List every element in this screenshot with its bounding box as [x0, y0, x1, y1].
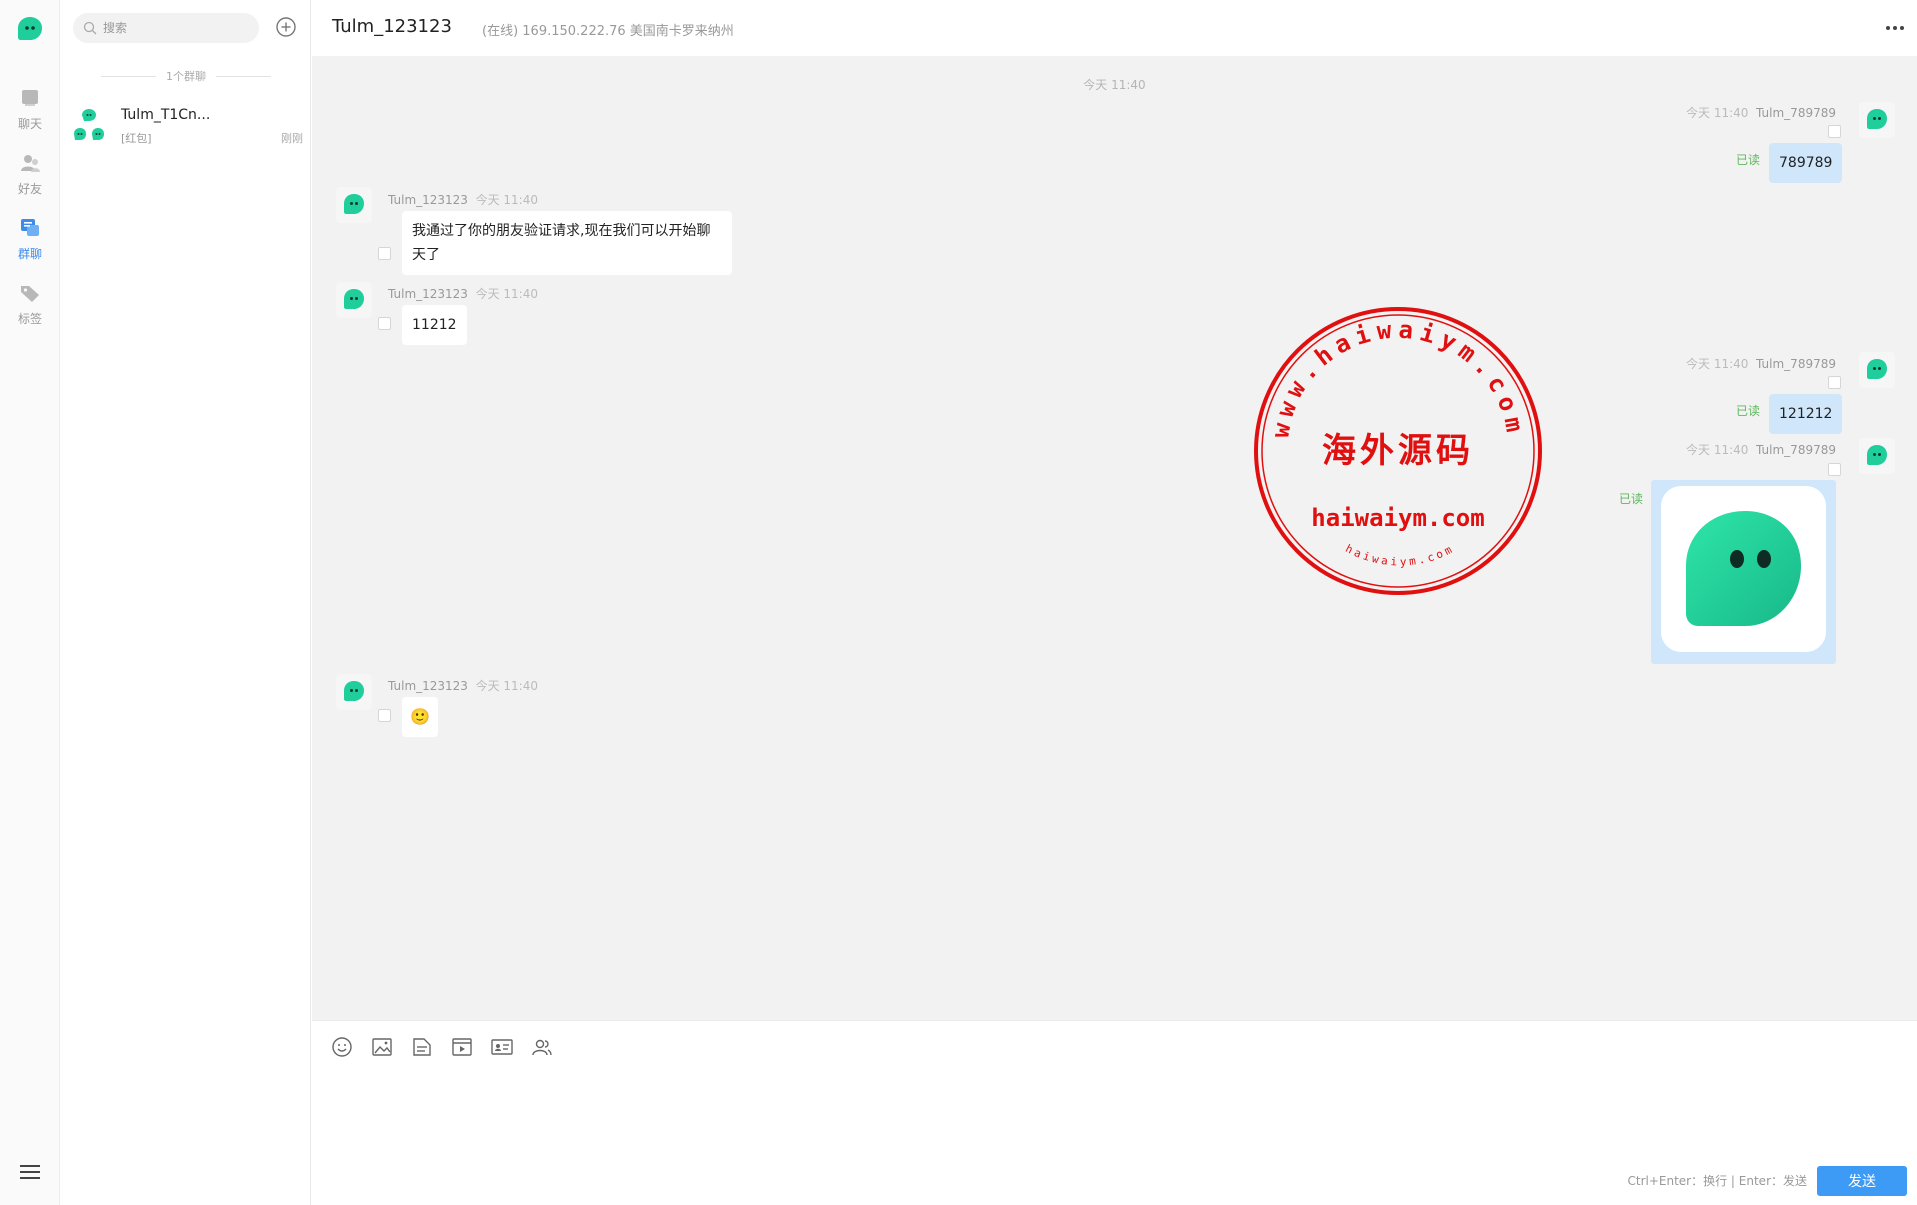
- message-sender: Tulm_789789: [1756, 357, 1836, 371]
- avatar[interactable]: [336, 674, 372, 710]
- menu-icon[interactable]: [19, 1162, 41, 1182]
- file-icon[interactable]: [410, 1035, 434, 1059]
- read-receipt: 已读: [1736, 404, 1761, 418]
- chat-preview: [红包]: [121, 132, 152, 145]
- group-avatar-icon: [74, 109, 104, 140]
- message-meta: Tulm_123123 今天 11:40: [388, 191, 538, 208]
- select-checkbox[interactable]: [1828, 376, 1841, 389]
- avatar[interactable]: [336, 187, 372, 223]
- avatar[interactable]: [1859, 352, 1895, 388]
- add-icon[interactable]: [275, 16, 297, 38]
- avatar[interactable]: [336, 282, 372, 318]
- chat-list-item[interactable]: Tulm_T1Cn... [红包] 刚刚: [61, 100, 311, 156]
- svg-text:www.haiwaiym.com: www.haiwaiym.com: [1266, 315, 1530, 439]
- message-bubble[interactable]: 我通过了你的朋友验证请求,现在我们可以开始聊天了: [402, 211, 732, 275]
- image-icon[interactable]: [370, 1035, 394, 1059]
- select-checkbox[interactable]: [378, 317, 391, 330]
- message-bubble[interactable]: 789789: [1769, 143, 1843, 183]
- message-bubble[interactable]: 11212: [402, 305, 467, 345]
- message-time: 今天 11:40: [1686, 443, 1749, 457]
- rail-item-friends[interactable]: 好友: [0, 151, 60, 197]
- emoji-message[interactable]: 🙂: [402, 697, 438, 737]
- chat-list-panel: 1个群聊 Tulm_T1Cn... [红包] 刚刚: [61, 0, 311, 1205]
- message-meta: 今天 11:40 Tulm_789789: [1686, 441, 1836, 458]
- select-checkbox[interactable]: [1828, 125, 1841, 138]
- read-receipt: 已读: [1736, 153, 1761, 167]
- message-bubble[interactable]: 121212: [1769, 394, 1843, 434]
- message-sender: Tulm_123123: [388, 193, 468, 207]
- avatar[interactable]: [1859, 102, 1895, 138]
- message-sender: Tulm_789789: [1756, 443, 1836, 457]
- message-composer: Ctrl+Enter：换行 | Enter：发送 发送: [312, 1020, 1917, 1205]
- group-count-divider: 1个群聊: [91, 68, 281, 84]
- message-time: 今天 11:40: [475, 193, 538, 207]
- watermark-stamp: www.haiwaiym.com 海外源码 haiwaiym.com haiwa…: [1254, 307, 1542, 595]
- message-sender: Tulm_789789: [1756, 106, 1836, 120]
- watermark-domain-text: haiwaiym.com: [1311, 504, 1484, 532]
- emoji-icon[interactable]: [330, 1035, 354, 1059]
- watermark-center-text: 海外源码: [1322, 431, 1474, 471]
- message-time: 今天 11:40: [475, 287, 538, 301]
- message-meta: Tulm_123123 今天 11:40: [388, 285, 538, 302]
- chat-icon: [22, 90, 38, 106]
- group-count-label: 1个群聊: [166, 70, 206, 83]
- left-rail: 聊天 好友 群聊 标签: [0, 0, 60, 1205]
- send-hint: Ctrl+Enter：换行 | Enter：发送: [1627, 1174, 1808, 1188]
- more-options-icon[interactable]: [1883, 18, 1907, 38]
- chat-time: 刚刚: [281, 132, 303, 145]
- video-icon[interactable]: [450, 1035, 474, 1059]
- rail-item-group-chat[interactable]: 群聊: [0, 216, 60, 262]
- friends-icon: [21, 155, 40, 172]
- search-box[interactable]: [73, 13, 259, 43]
- svg-text:haiwaiym.com: haiwaiym.com: [1343, 542, 1456, 569]
- search-icon: [83, 21, 97, 35]
- message-sender: Tulm_123123: [388, 679, 468, 693]
- day-separator: 今天 11:40: [1083, 78, 1146, 92]
- message-meta: Tulm_123123 今天 11:40: [388, 677, 538, 694]
- chat-name: Tulm_T1Cn...: [121, 107, 211, 123]
- app-logo-icon: [18, 17, 42, 40]
- read-receipt: 已读: [1619, 492, 1644, 506]
- app-logo-image-icon: [1686, 511, 1801, 626]
- watermark-small-text: haiwaiym.com: [1343, 542, 1453, 569]
- search-input[interactable]: [103, 21, 243, 35]
- conversation-title: Tulm_123123: [332, 16, 452, 37]
- conversation-header: Tulm_123123 (在线) 169.150.222.76 美国南卡罗来纳州: [312, 0, 1917, 56]
- group-chat-icon: [21, 219, 39, 236]
- message-sender: Tulm_123123: [388, 287, 468, 301]
- rail-item-label: 标签: [17, 312, 42, 326]
- message-time: 今天 11:40: [1686, 357, 1749, 371]
- avatar[interactable]: [1859, 438, 1895, 474]
- message-meta: 今天 11:40 Tulm_789789: [1686, 355, 1836, 372]
- message-meta: 今天 11:40 Tulm_789789: [1686, 104, 1836, 121]
- select-checkbox[interactable]: [1828, 463, 1841, 476]
- rail-item-tags[interactable]: 标签: [0, 281, 60, 327]
- message-time: 今天 11:40: [1686, 106, 1749, 120]
- tag-icon: [21, 286, 39, 302]
- message-time: 今天 11:40: [475, 679, 538, 693]
- send-button[interactable]: 发送: [1817, 1166, 1907, 1196]
- rail-item-label: 好友: [17, 182, 42, 196]
- rail-item-chat[interactable]: 聊天: [0, 86, 60, 132]
- contact-card-icon[interactable]: [490, 1035, 514, 1059]
- select-checkbox[interactable]: [378, 709, 391, 722]
- image-thumbnail: [1661, 486, 1826, 652]
- watermark-ring-text: www.haiwaiym.com: [1266, 315, 1524, 439]
- image-message[interactable]: [1651, 480, 1836, 664]
- select-checkbox[interactable]: [378, 247, 391, 260]
- contact-status: (在线) 169.150.222.76 美国南卡罗来纳州: [482, 24, 734, 39]
- rail-item-label: 群聊: [17, 247, 42, 261]
- conversation-panel: Tulm_123123 (在线) 169.150.222.76 美国南卡罗来纳州…: [312, 0, 1917, 1205]
- rail-item-label: 聊天: [17, 117, 42, 131]
- contacts-icon[interactable]: [530, 1035, 554, 1059]
- message-input[interactable]: [330, 1077, 1890, 1167]
